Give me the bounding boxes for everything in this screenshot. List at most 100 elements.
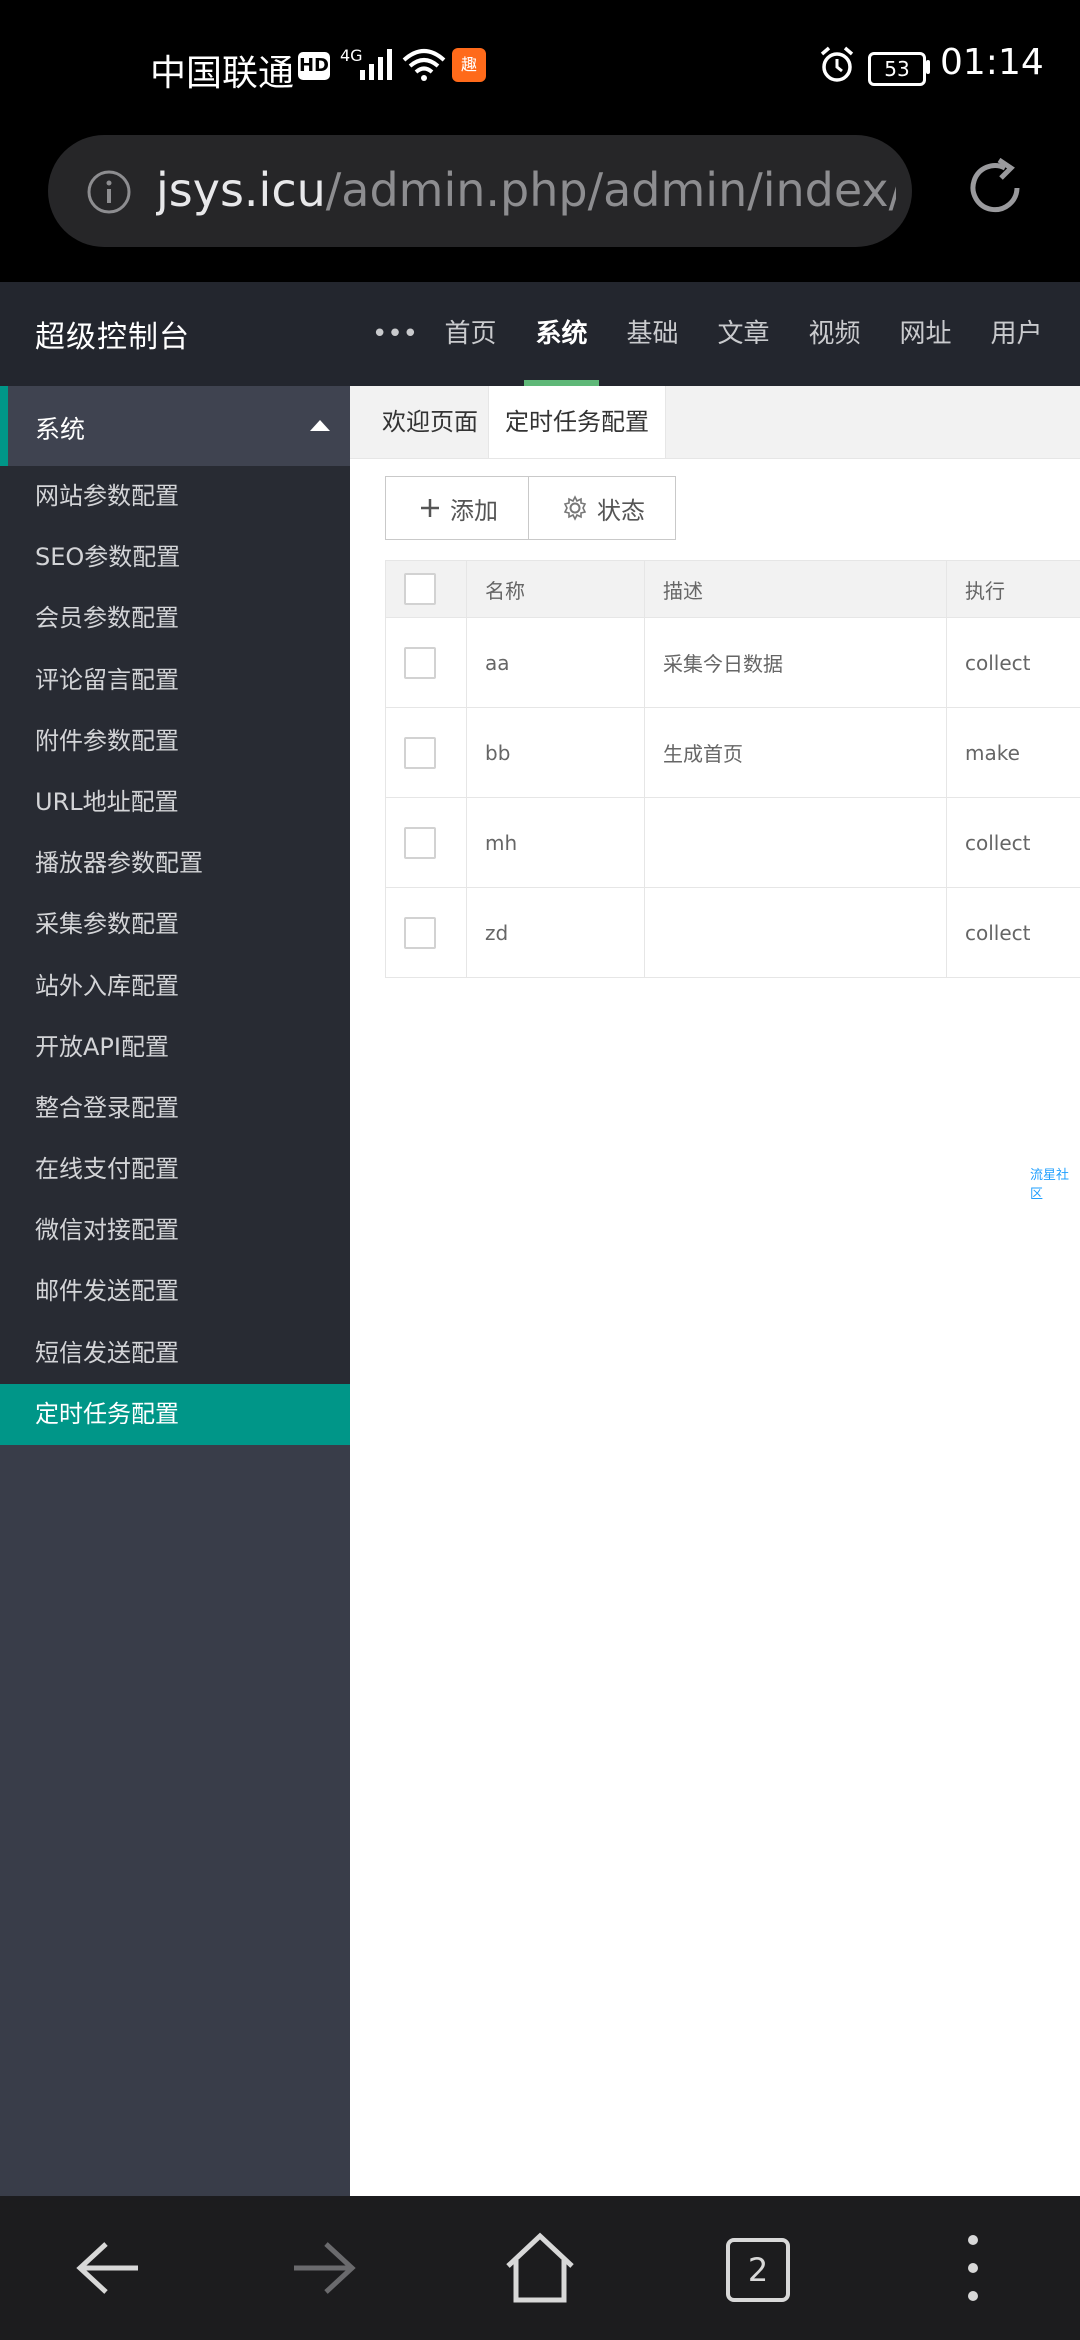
sidebar-item[interactable]: 站外入库配置 xyxy=(0,956,350,1017)
table-body: aa 采集今日数据 collect bb 生成首页 make mh collect zd coll… xyxy=(386,618,1080,978)
plus-icon xyxy=(418,496,442,520)
sidebar-item[interactable]: 播放器参数配置 xyxy=(0,833,350,894)
row-checkbox-cell xyxy=(386,618,467,707)
sidebar: 系统 网站参数配置 SEO参数配置 会员参数配置 评论留言配置 附件参数配置 URL地址配… xyxy=(0,386,350,2196)
sidebar-item[interactable]: 采集参数配置 xyxy=(0,894,350,955)
cell-name: bb xyxy=(467,708,645,797)
sidebar-item[interactable]: 会员参数配置 xyxy=(0,588,350,649)
battery-icon: 53 xyxy=(868,52,926,86)
app-notification-icon: 趣 xyxy=(452,48,486,82)
header-desc: 描述 xyxy=(645,561,947,617)
cell-desc xyxy=(645,888,947,977)
nav-basic[interactable]: 基础 xyxy=(607,282,698,386)
row-checkbox[interactable] xyxy=(404,916,436,949)
status-bar: 中国联通 HD 4G 趣 53 01:14 xyxy=(0,0,1080,130)
nav-user[interactable]: 用户 xyxy=(971,282,1062,386)
toolbar: 添加 状态 xyxy=(385,476,676,540)
battery-tip xyxy=(926,60,930,74)
info-icon[interactable] xyxy=(86,169,132,215)
cron-table: 名称 描述 执行 aa 采集今日数据 collect bb 生成首页 make mh coll… xyxy=(385,560,1080,978)
cell-name: mh xyxy=(467,798,645,887)
address-bar[interactable]: jsys.icu/admin.php/admin/index/i xyxy=(48,135,912,247)
gear-icon xyxy=(561,494,589,522)
add-button[interactable]: 添加 xyxy=(385,476,529,540)
cell-exec: collect xyxy=(965,650,1031,675)
row-checkbox-cell xyxy=(386,888,467,977)
cell-name: aa xyxy=(467,618,645,707)
sidebar-item[interactable]: SEO参数配置 xyxy=(0,527,350,588)
header-name: 名称 xyxy=(467,561,645,617)
tab-label: 定时任务配置 xyxy=(505,408,649,436)
table-row: bb 生成首页 make xyxy=(386,708,1080,798)
row-checkbox-cell xyxy=(386,798,467,887)
row-checkbox[interactable] xyxy=(404,826,436,859)
sidebar-item[interactable]: URL地址配置 xyxy=(0,772,350,833)
row-checkbox[interactable] xyxy=(404,736,436,769)
nav-system[interactable]: 系统 xyxy=(516,282,607,386)
url-path: /admin.php/admin/index/i xyxy=(325,163,896,217)
row-checkbox-cell xyxy=(386,708,467,797)
select-all-checkbox[interactable] xyxy=(404,573,436,605)
nav-home[interactable]: 首页 xyxy=(425,282,516,386)
sidebar-item[interactable]: 邮件发送配置 xyxy=(0,1261,350,1322)
admin-header: 超级控制台 ••• 首页 系统 基础 文章 视频 网址 用户 xyxy=(0,282,1080,386)
tab-switcher-button[interactable]: 2 xyxy=(726,2238,790,2302)
sidebar-item[interactable]: 整合登录配置 xyxy=(0,1078,350,1139)
forward-icon[interactable] xyxy=(286,2236,362,2300)
main-content: 欢迎页面 自定义资源✕ 定时任务配置✕ 添加 xyxy=(350,386,1080,2196)
status-button[interactable]: 状态 xyxy=(529,476,676,540)
sidebar-item[interactable]: 定时任务配置 xyxy=(0,1383,350,1445)
url-text[interactable]: jsys.icu/admin.php/admin/index/i xyxy=(156,163,896,217)
carrier-name: 中国联通 xyxy=(150,53,295,94)
nav-video[interactable]: 视频 xyxy=(789,282,880,386)
back-icon[interactable] xyxy=(70,2236,146,2300)
sidebar-item[interactable]: 附件参数配置 xyxy=(0,711,350,772)
url-host: jsys.icu xyxy=(156,163,326,217)
header-exec: 执行 xyxy=(965,578,1005,603)
table-header-row: 名称 描述 执行 xyxy=(386,561,1080,618)
add-button-label: 添加 xyxy=(450,496,498,525)
cell-exec: make xyxy=(965,740,1020,765)
header-checkbox-cell xyxy=(386,561,467,617)
brand-title: 超级控制台 xyxy=(35,320,190,355)
sidebar-group-system[interactable]: 系统 xyxy=(0,386,350,466)
top-nav: ••• 首页 系统 基础 文章 视频 网址 用户 xyxy=(365,282,1062,386)
sidebar-item[interactable]: 网站参数配置 xyxy=(0,466,350,527)
row-checkbox[interactable] xyxy=(404,646,436,679)
browser-bottom-nav: 2 xyxy=(0,2196,1080,2340)
cell-desc xyxy=(645,798,947,887)
cell-name: zd xyxy=(467,888,645,977)
cell-desc: 生成首页 xyxy=(645,708,947,797)
active-group-indicator xyxy=(0,386,8,466)
sidebar-item[interactable]: 微信对接配置 xyxy=(0,1200,350,1261)
wifi-icon xyxy=(402,49,446,81)
browser-toolbar: jsys.icu/admin.php/admin/index/i xyxy=(0,130,1080,282)
menu-dots-icon[interactable] xyxy=(958,2232,988,2304)
tab-cron-config[interactable]: 定时任务配置✕ xyxy=(488,386,666,508)
sidebar-item[interactable]: 开放API配置 xyxy=(0,1017,350,1078)
watermark-text: 流星社区 xyxy=(1030,1168,1070,1202)
home-icon[interactable] xyxy=(500,2230,580,2306)
more-menu-button[interactable]: ••• xyxy=(365,282,425,386)
sidebar-item[interactable]: 短信发送配置 xyxy=(0,1323,350,1384)
cell-exec: collect xyxy=(965,920,1031,945)
alarm-icon xyxy=(820,46,854,82)
signal-icon xyxy=(360,49,392,80)
table-row: aa 采集今日数据 collect xyxy=(386,618,1080,708)
sidebar-group-title: 系统 xyxy=(35,415,86,444)
hd-icon: HD xyxy=(298,52,330,80)
caret-up-icon xyxy=(310,420,330,431)
cell-desc: 采集今日数据 xyxy=(645,618,947,707)
reload-icon[interactable] xyxy=(955,148,1035,228)
status-button-label: 状态 xyxy=(597,496,645,525)
nav-article[interactable]: 文章 xyxy=(698,282,789,386)
page-tabs: 欢迎页面 自定义资源✕ xyxy=(350,386,1080,508)
table-row: zd collect xyxy=(386,888,1080,978)
sidebar-item[interactable]: 评论留言配置 xyxy=(0,650,350,711)
cell-exec: collect xyxy=(965,830,1031,855)
tab-label: 欢迎页面 xyxy=(382,408,478,436)
sidebar-item[interactable]: 在线支付配置 xyxy=(0,1139,350,1200)
tab-welcome[interactable]: 欢迎页面 xyxy=(350,386,487,458)
sidebar-menu: 网站参数配置 SEO参数配置 会员参数配置 评论留言配置 附件参数配置 URL地址配置 播放… xyxy=(0,466,350,1445)
nav-website[interactable]: 网址 xyxy=(880,282,971,386)
